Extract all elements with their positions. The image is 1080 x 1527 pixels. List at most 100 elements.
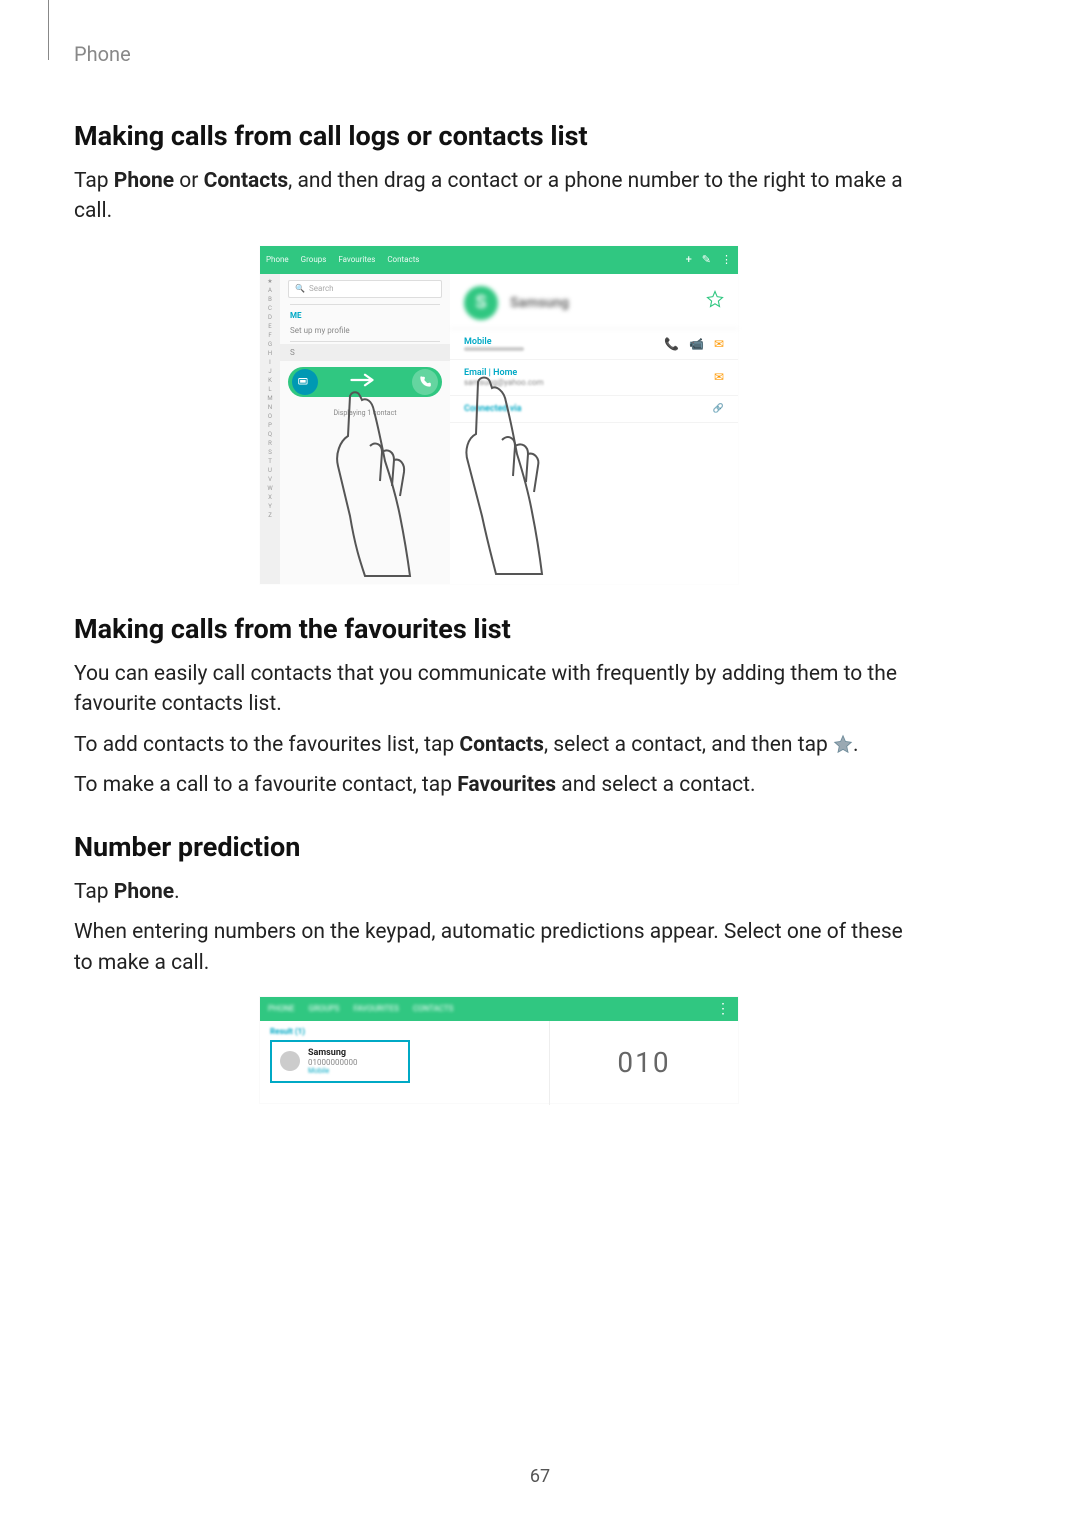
text: and select a contact. [556,773,755,797]
index-letter[interactable]: ★ [267,278,272,285]
text: or [174,169,204,193]
mobile-value [464,347,524,351]
index-letter[interactable]: B [268,296,272,303]
index-letter[interactable]: W [267,485,272,492]
index-letter[interactable]: A [268,287,272,294]
avatar [280,1051,300,1071]
tab-phone[interactable]: Phone [266,255,289,264]
bold-favourites: Favourites [457,773,556,797]
text: . [853,733,859,757]
email-icon[interactable]: ✉ [714,370,724,384]
index-letter[interactable]: Z [268,512,272,519]
call-icon[interactable]: 📞 [664,337,679,351]
tab-favourites[interactable]: Favourites [338,255,375,264]
fig2-toolbar: PHONE GROUPS FAVOURITES CONTACTS ⋮ [260,997,738,1021]
index-letter[interactable]: H [268,350,272,357]
paragraph-np-2: When entering numbers on the keypad, aut… [74,917,924,978]
index-letter[interactable]: G [268,341,272,348]
fig1-toolbar: Phone Groups Favourites Contacts + ✎ ⋮ [260,246,738,274]
mobile-actions: 📞 📹 ✉ [664,337,724,351]
prediction-card[interactable]: Samsung 01000000000 Mobile [270,1040,410,1083]
tab-groups[interactable]: GROUPS [309,1004,340,1013]
mobile-row: Mobile 📞 📹 ✉ [450,329,738,360]
page-content: Making calls from call logs or contacts … [74,100,924,1132]
search-input[interactable]: 🔍 Search [288,280,442,298]
index-letter[interactable]: P [268,422,272,429]
more-icon[interactable]: ⋮ [721,253,732,266]
tab-groups[interactable]: Groups [301,255,327,264]
index-letter[interactable]: U [268,467,272,474]
hand-gesture-left-icon [300,386,450,586]
edit-icon[interactable]: ✎ [702,253,711,266]
page-number: 67 [0,1466,1080,1487]
dialer-display[interactable]: 010 [550,1021,738,1105]
text: To add contacts to the favourites list, … [74,733,459,757]
text: Tap [74,169,114,193]
email-actions: ✉ [714,370,724,384]
prediction-number: 01000000000 [308,1058,357,1067]
fig2-tabs: PHONE GROUPS FAVOURITES CONTACTS [268,1004,453,1013]
fig1-tabs: Phone Groups Favourites Contacts [266,255,429,264]
index-letter[interactable]: V [268,476,272,483]
index-letter[interactable]: R [268,440,272,447]
message-icon[interactable]: ✉ [714,337,724,351]
link-icon[interactable]: 🔗 [713,404,724,414]
bold-contacts: Contacts [459,733,544,757]
index-letter[interactable]: C [268,305,272,312]
header-rule [48,0,49,60]
setup-profile[interactable]: Set up my profile [280,322,450,339]
index-letter[interactable]: D [268,314,272,321]
index-letter[interactable]: X [268,494,272,501]
index-letter[interactable]: E [268,323,271,330]
index-letter[interactable]: K [268,377,272,384]
video-call-icon[interactable]: 📹 [689,337,704,351]
bold-phone: Phone [114,880,174,904]
divider [290,304,440,305]
index-letter[interactable]: Q [268,431,272,438]
tab-contacts[interactable]: CONTACTS [413,1004,454,1013]
avatar: S [464,286,498,320]
fig1-header-icons: + ✎ ⋮ [678,253,732,266]
index-letter[interactable]: N [268,404,272,411]
section-header: Phone [74,42,131,66]
prediction-results: Result (1) Samsung 01000000000 Mobile [260,1021,550,1105]
index-letter[interactable]: M [267,395,272,402]
divider [290,341,440,342]
more-icon[interactable]: ⋮ [716,1001,730,1017]
text: To make a call to a favourite contact, t… [74,773,457,797]
text: . [174,880,180,904]
tab-phone[interactable]: PHONE [268,1004,295,1013]
index-letter[interactable]: S [268,449,272,456]
paragraph-call-logs: Tap Phone or Contacts, and then drag a c… [74,166,924,227]
hand-gesture-right-icon [430,376,580,576]
index-letter[interactable]: Y [268,503,272,510]
figure2-wrap: PHONE GROUPS FAVOURITES CONTACTS ⋮ Resul… [74,996,924,1104]
favourite-star-icon[interactable] [706,290,724,312]
tab-contacts[interactable]: Contacts [387,255,419,264]
paragraph-fav-2: To add contacts to the favourites list, … [74,730,924,760]
index-letter[interactable]: F [268,332,271,339]
me-label: ME [280,307,450,322]
index-letter[interactable]: O [268,413,272,420]
add-icon[interactable]: + [686,253,692,266]
index-letter[interactable]: J [268,368,271,375]
contact-name: Samsung [510,295,569,311]
tab-favourites[interactable]: FAVOURITES [353,1004,398,1013]
paragraph-np-1: Tap Phone. [74,877,924,907]
search-placeholder: Search [309,284,334,293]
fig1-index-strip[interactable]: ★ A B C D E F G H I J K L M N O P Q R S [260,274,280,584]
index-letter[interactable]: L [268,386,271,393]
list-section-header: S [280,344,450,361]
index-letter[interactable]: I [269,359,271,366]
prediction-type: Mobile [308,1067,357,1075]
figure1-wrap: Phone Groups Favourites Contacts + ✎ ⋮ ★… [74,245,924,585]
prediction-name: Samsung [308,1048,357,1058]
bold-phone: Phone [114,169,174,193]
search-icon: 🔍 [295,284,305,293]
star-icon [833,733,853,753]
result-header: Result (1) [270,1027,539,1036]
index-letter[interactable]: T [268,458,272,465]
heading-call-logs: Making calls from call logs or contacts … [74,120,924,152]
paragraph-fav-1: You can easily call contacts that you co… [74,659,924,720]
mobile-label: Mobile [464,337,524,347]
